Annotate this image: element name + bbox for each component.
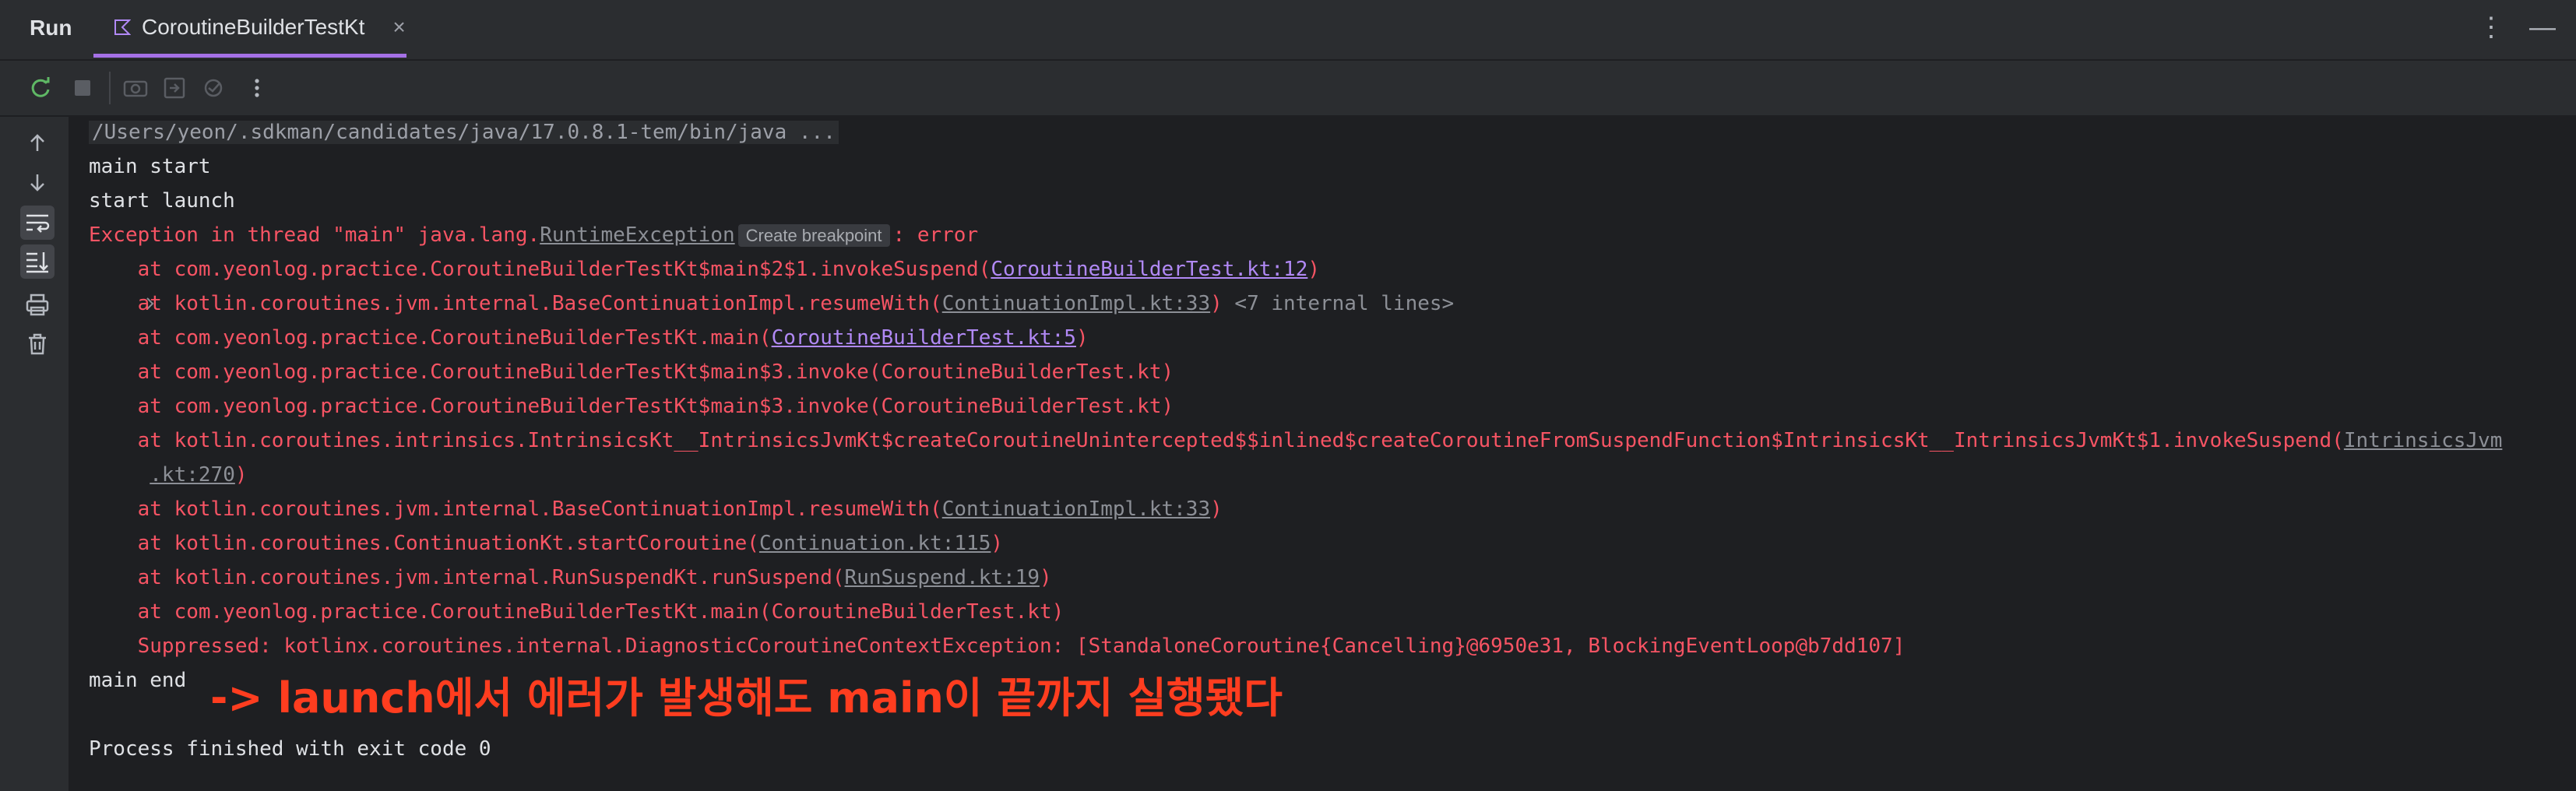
minimize-icon[interactable]: — (2529, 14, 2556, 40)
java-command[interactable]: /Users/yeon/.sdkman/candidates/java/17.0… (89, 121, 839, 144)
stack-frame: at com.yeonlog.practice.CoroutineBuilder… (89, 326, 1089, 350)
tab-label: CoroutineBuilderTestKt (142, 14, 365, 39)
source-link[interactable]: ContinuationImpl.kt:33 (942, 292, 1210, 315)
stack-frame: at kotlin.coroutines.ContinuationKt.star… (89, 532, 1004, 555)
camera-icon[interactable] (121, 74, 150, 102)
source-link[interactable]: CoroutineBuilderTest.kt:5 (772, 326, 1076, 350)
source-link[interactable]: RunSuspend.kt:19 (845, 566, 1040, 589)
exception-message: : error (892, 223, 979, 247)
source-link[interactable]: CoroutineBuilderTest.kt:12 (991, 258, 1307, 281)
scroll-down-icon[interactable] (23, 168, 51, 196)
stack-frame-wrapped: .kt:270) (150, 463, 248, 487)
exception-class-link[interactable]: RuntimeException (540, 223, 734, 247)
suppressed-exception: Suppressed: kotlinx.coroutines.internal.… (89, 635, 1906, 658)
soft-wrap-icon[interactable] (20, 206, 55, 240)
source-link[interactable]: ContinuationImpl.kt:33 (942, 497, 1210, 521)
run-tool-window-title: Run (30, 16, 72, 40)
stack-frame: at com.yeonlog.practice.CoroutineBuilder… (89, 258, 1321, 281)
console-line-main-end: main end (89, 669, 187, 692)
more-icon[interactable] (243, 74, 271, 102)
stack-frame: at com.yeonlog.practice.CoroutineBuilder… (89, 600, 1065, 624)
clear-icon[interactable] (23, 330, 51, 358)
source-link[interactable]: .kt:270 (150, 463, 235, 487)
rerun-icon[interactable] (26, 74, 55, 102)
annotation-overlay: -> launch에서 에러가 발생해도 main이 끝까지 실행됐다 (210, 673, 1283, 722)
kotlin-file-icon (114, 19, 131, 36)
internal-lines-fold[interactable]: <7 internal lines> (1223, 292, 1454, 315)
settings-icon[interactable] (199, 74, 227, 102)
create-breakpoint-button[interactable]: Create breakpoint (737, 224, 890, 247)
close-icon[interactable]: × (392, 15, 405, 40)
run-toolbar (0, 61, 2576, 117)
console-line-command: /Users/yeon/.sdkman/candidates/java/17.0… (89, 118, 839, 146)
console-side-toolbar (0, 117, 70, 791)
stack-frame: at kotlin.coroutines.jvm.internal.BaseCo… (89, 497, 1223, 521)
exception-prefix: Exception in thread "main" java.lang. (89, 223, 540, 247)
source-link[interactable]: IntrinsicsJvm (2344, 429, 2503, 452)
tab-coroutine-builder-test[interactable]: CoroutineBuilderTestKt × (93, 0, 406, 58)
more-options-icon[interactable]: ⋮ (2478, 14, 2504, 40)
toolbar-divider (109, 72, 111, 104)
process-finished-message: Process finished with exit code 0 (89, 737, 491, 761)
scroll-to-end-icon[interactable] (20, 244, 55, 279)
print-icon[interactable] (23, 291, 51, 319)
stop-icon[interactable] (69, 74, 97, 102)
restore-layout-icon[interactable] (160, 74, 188, 102)
tool-window-header: Run CoroutineBuilderTestKt × ⋮ — (0, 0, 2576, 61)
console-line-start-launch: start launch (89, 189, 235, 213)
stack-frame: at kotlin.coroutines.intrinsics.Intrinsi… (89, 429, 2503, 452)
console-line-exception: Exception in thread "main" java.lang.Run… (89, 221, 978, 250)
console-line-main-start: main start (89, 155, 211, 178)
stack-frame: at kotlin.coroutines.jvm.internal.BaseCo… (89, 292, 1455, 315)
source-link[interactable]: Continuation.kt:115 (759, 532, 991, 555)
stack-frame: at kotlin.coroutines.jvm.internal.RunSus… (89, 566, 1052, 589)
scroll-up-icon[interactable] (23, 129, 51, 157)
stack-frame: at com.yeonlog.practice.CoroutineBuilder… (89, 395, 1174, 418)
stack-frame: at com.yeonlog.practice.CoroutineBuilder… (89, 360, 1174, 384)
